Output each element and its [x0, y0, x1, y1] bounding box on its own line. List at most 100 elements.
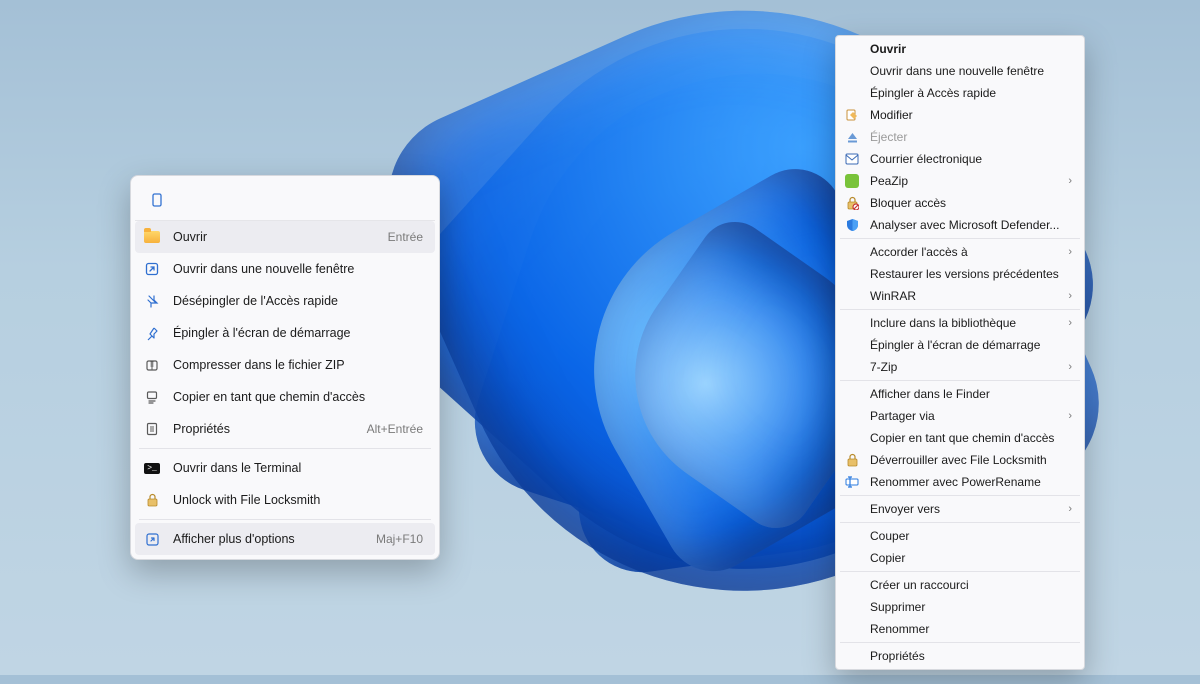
menu-item[interactable]: Partager via›: [838, 405, 1082, 427]
blank-icon: [844, 337, 860, 353]
menu-item[interactable]: Épingler à Accès rapide: [838, 82, 1082, 104]
menu-item[interactable]: Ouvrir: [838, 38, 1082, 60]
blank-icon: [844, 63, 860, 79]
menu-item-label: Renommer: [870, 622, 1072, 636]
menu-item-label: Propriétés: [173, 422, 355, 436]
menu-item[interactable]: Supprimer: [838, 596, 1082, 618]
blank-icon: [844, 430, 860, 446]
menu-item[interactable]: Ouvrir dans une nouvelle fenêtre: [135, 253, 435, 285]
menu-separator: [139, 448, 431, 449]
terminal-icon: >_: [143, 459, 161, 477]
blank-icon: [844, 41, 860, 57]
menu-item[interactable]: WinRAR›: [838, 285, 1082, 307]
menu-item-label: Inclure dans la bibliothèque: [870, 316, 1058, 330]
menu-item-label: Renommer avec PowerRename: [870, 475, 1072, 489]
menu-item-label: PeaZip: [870, 174, 1058, 188]
menu-item[interactable]: Déverrouiller avec File Locksmith: [838, 449, 1082, 471]
shield-icon: [844, 217, 860, 233]
menu-item[interactable]: Bloquer accès: [838, 192, 1082, 214]
menu-item-label: Supprimer: [870, 600, 1072, 614]
menu-item[interactable]: Épingler à l'écran de démarrage: [135, 317, 435, 349]
menu-item-label: Copier en tant que chemin d'accès: [870, 431, 1072, 445]
submenu-arrow-icon: ›: [1068, 175, 1072, 187]
copy-path-icon: [143, 388, 161, 406]
menu-item[interactable]: Afficher dans le Finder: [838, 383, 1082, 405]
menu-item[interactable]: Unlock with File Locksmith: [135, 484, 435, 516]
menu-item[interactable]: Copier en tant que chemin d'accès: [135, 381, 435, 413]
menu-item-label: Restaurer les versions précédentes: [870, 267, 1072, 281]
menu-item[interactable]: Renommer: [838, 618, 1082, 640]
blank-icon: [844, 599, 860, 615]
menu-item[interactable]: >_Ouvrir dans le Terminal: [135, 452, 435, 484]
menu-item-label: Copier en tant que chemin d'accès: [173, 390, 423, 404]
menu-item-label: Modifier: [870, 108, 1072, 122]
open-external-icon: [143, 260, 161, 278]
menu-separator: [840, 522, 1080, 523]
menu-item-label: Créer un raccourci: [870, 578, 1072, 592]
menu-item-label: Ouvrir: [173, 230, 376, 244]
menu-item[interactable]: Renommer avec PowerRename: [838, 471, 1082, 493]
menu-item[interactable]: Copier: [838, 547, 1082, 569]
blank-icon: [844, 408, 860, 424]
menu-item-label: Épingler à l'écran de démarrage: [870, 338, 1072, 352]
menu-item[interactable]: PeaZip ›: [838, 170, 1082, 192]
menu-item-label: Propriétés: [870, 649, 1072, 663]
menu-item-label: Bloquer accès: [870, 196, 1072, 210]
blank-icon: [844, 528, 860, 544]
blank-icon: [844, 266, 860, 282]
menu-separator: [840, 495, 1080, 496]
menu-item[interactable]: Ouvrir Entrée: [135, 221, 435, 253]
submenu-arrow-icon: ›: [1068, 503, 1072, 515]
blank-icon: [844, 386, 860, 402]
menu-item[interactable]: 7-Zip›: [838, 356, 1082, 378]
copy-path-icon: [149, 192, 165, 208]
menu-item[interactable]: Compresser dans le fichier ZIP: [135, 349, 435, 381]
menu-item[interactable]: Inclure dans la bibliothèque›: [838, 312, 1082, 334]
menu-item[interactable]: Envoyer vers ›: [838, 498, 1082, 520]
blank-icon: [844, 577, 860, 593]
menu-item-label: Couper: [870, 529, 1072, 543]
menu-item[interactable]: Afficher plus d'options Maj+F10: [135, 523, 435, 555]
menu-item[interactable]: Modifier: [838, 104, 1082, 126]
menu-item[interactable]: Épingler à l'écran de démarrage: [838, 334, 1082, 356]
submenu-arrow-icon: ›: [1068, 410, 1072, 422]
menu-item-label: Analyser avec Microsoft Defender...: [870, 218, 1072, 232]
menu-item-label: Ouvrir dans une nouvelle fenêtre: [870, 64, 1072, 78]
menu-item-label: WinRAR: [870, 289, 1058, 303]
blank-icon: [844, 315, 860, 331]
blank-icon: [844, 550, 860, 566]
menu-item-shortcut: Alt+Entrée: [367, 422, 423, 436]
block-icon: [844, 195, 860, 211]
blank-icon: [844, 288, 860, 304]
menu-separator: [840, 238, 1080, 239]
menu-item-label: Afficher plus d'options: [173, 532, 364, 546]
menu-separator: [840, 642, 1080, 643]
menu-item-label: Afficher dans le Finder: [870, 387, 1072, 401]
menu-item-label: Ouvrir: [870, 42, 1072, 56]
menu-item[interactable]: Créer un raccourci: [838, 574, 1082, 596]
menu-item[interactable]: Désépingler de l'Accès rapide: [135, 285, 435, 317]
context-menu-win11: Ouvrir Entrée Ouvrir dans une nouvelle fen…: [130, 175, 440, 560]
menu-item[interactable]: Copier en tant que chemin d'accès: [838, 427, 1082, 449]
menu-item-shortcut: Maj+F10: [376, 532, 423, 546]
menu-item[interactable]: Propriétés: [838, 645, 1082, 667]
menu-item-label: Compresser dans le fichier ZIP: [173, 358, 423, 372]
menu-item[interactable]: Restaurer les versions précédentes: [838, 263, 1082, 285]
menu-item-label: Déverrouiller avec File Locksmith: [870, 453, 1072, 467]
menu-item[interactable]: Courrier électronique: [838, 148, 1082, 170]
menu-item[interactable]: Ouvrir dans une nouvelle fenêtre: [838, 60, 1082, 82]
menu-item-label: Envoyer vers: [870, 502, 1058, 516]
menu-item[interactable]: Couper: [838, 525, 1082, 547]
menu-item[interactable]: Propriétés Alt+Entrée: [135, 413, 435, 445]
toolbar-copy-path-button[interactable]: [143, 186, 171, 214]
menu-item-shortcut: Entrée: [388, 230, 423, 244]
zip-icon: [143, 356, 161, 374]
menu-item-label: Courrier électronique: [870, 152, 1072, 166]
menu-item-label: Éjecter: [870, 130, 1072, 144]
unlock-icon: [844, 452, 860, 468]
menu-item[interactable]: Accorder l'accès à›: [838, 241, 1082, 263]
menu-separator: [840, 380, 1080, 381]
context-menu-toolbar: [135, 180, 435, 221]
submenu-arrow-icon: ›: [1068, 246, 1072, 258]
menu-item[interactable]: Analyser avec Microsoft Defender...: [838, 214, 1082, 236]
